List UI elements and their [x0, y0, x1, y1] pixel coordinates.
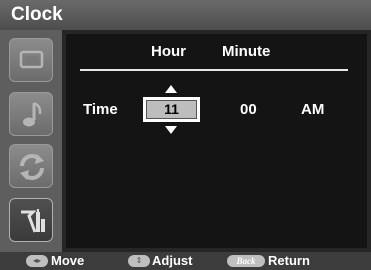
move-hint: Move	[51, 253, 85, 268]
hour-value: 11	[146, 100, 197, 119]
back-key-label: Back	[236, 256, 256, 266]
page-title: Clock	[11, 4, 63, 25]
sidebar-item-sound[interactable]	[9, 92, 53, 136]
left-right-key-icon: ◂▸	[26, 255, 48, 267]
hour-field[interactable]: 11	[143, 97, 200, 122]
title-bar: Clock	[0, 0, 371, 30]
sidebar-item-setup[interactable]	[9, 198, 53, 242]
tools-icon	[21, 209, 45, 233]
hour-down-arrow-icon[interactable]	[165, 126, 177, 134]
clock-settings-panel	[66, 34, 367, 248]
minute-column-header: Minute	[222, 43, 271, 60]
clock-menu-screen: Clock Hour Minute Time 11 00 AM ◂▸ Move …	[0, 0, 371, 270]
ampm-field[interactable]: AM	[301, 101, 324, 119]
back-key-icon: Back	[227, 255, 265, 267]
refresh-arrows-icon	[20, 154, 44, 180]
time-label: Time	[83, 101, 118, 118]
adjust-hint: Adjust	[152, 253, 193, 268]
hour-column-header: Hour	[151, 43, 186, 60]
sidebar	[0, 30, 62, 252]
footer-help-bar: ◂▸ Move ⇕ Adjust Back Return	[0, 252, 371, 270]
music-note-icon	[23, 101, 42, 127]
sidebar-item-channel[interactable]	[9, 144, 53, 188]
up-down-key-icon: ⇕	[128, 255, 150, 267]
return-hint: Return	[268, 253, 310, 268]
minute-field[interactable]: 00	[240, 101, 257, 119]
hour-up-arrow-icon[interactable]	[165, 85, 177, 93]
header-divider	[80, 69, 348, 71]
sidebar-item-picture[interactable]	[9, 38, 53, 82]
picture-icon	[19, 50, 44, 69]
